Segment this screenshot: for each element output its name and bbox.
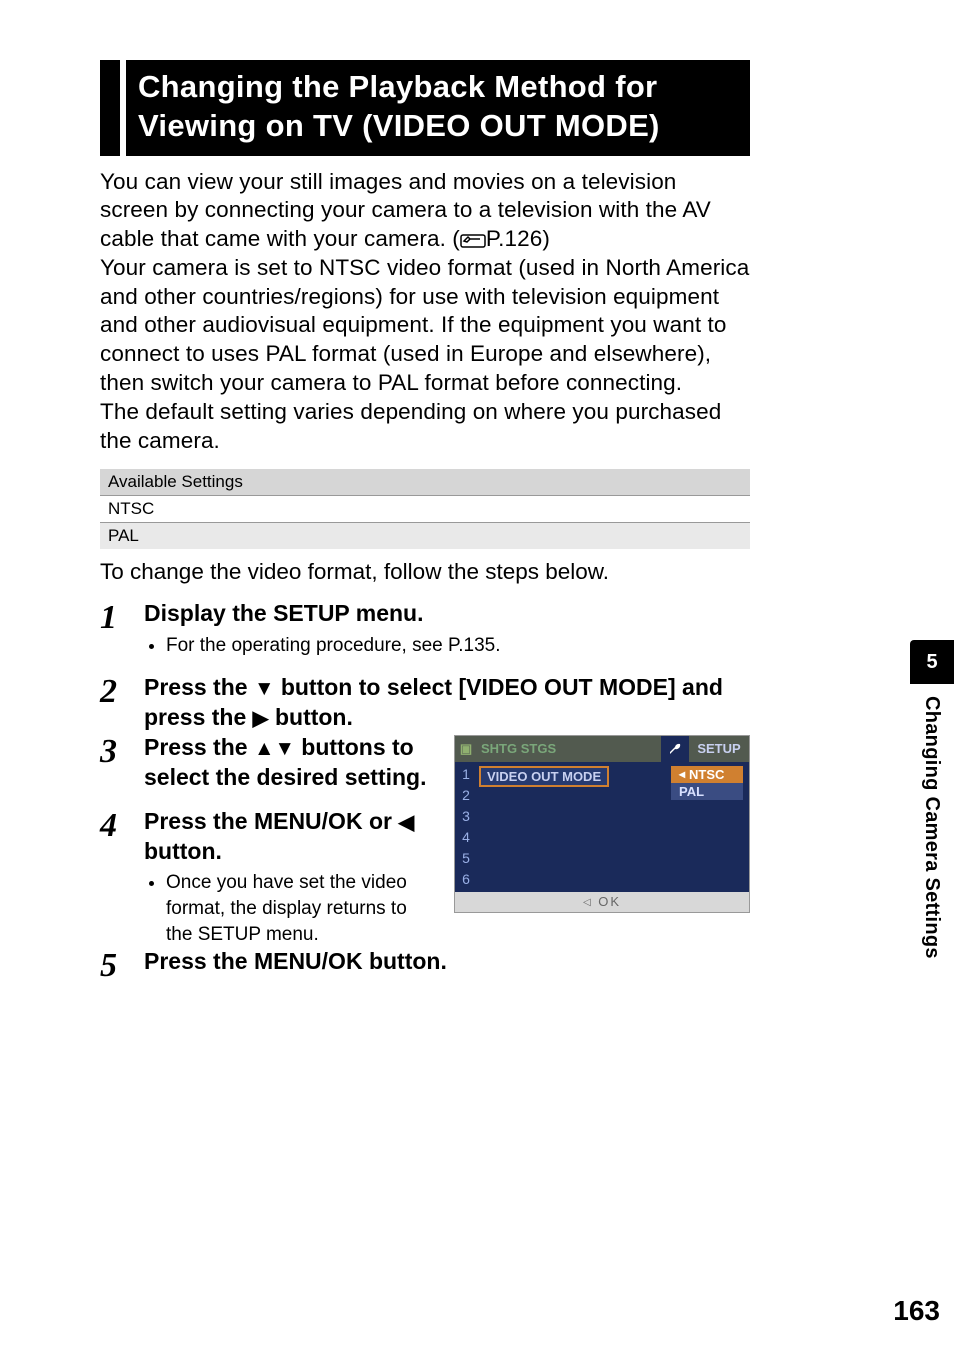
step-number: 5: [100, 947, 144, 983]
left-arrow-icon: [398, 810, 414, 837]
step-5: 5 Press the MENU/OK button.: [100, 947, 750, 983]
intro-text-3: The default setting varies depending on …: [100, 399, 721, 453]
right-arrow-icon: [253, 706, 269, 733]
step-3: 3 Press the buttons to select the desire…: [100, 733, 436, 793]
intro-text-1a: You can view your still images and movie…: [100, 169, 711, 252]
wrench-icon: [661, 736, 689, 762]
section-title: Changing the Playback Method for Viewing…: [126, 60, 750, 156]
step-title-frag: Press the: [144, 734, 254, 760]
step-1: 1 Display the SETUP menu. For the operat…: [100, 599, 750, 659]
screenshot-num: 4: [462, 827, 470, 848]
screenshot-row-numbers: 1 2 3 4 5 6: [455, 762, 477, 892]
table-row: PAL: [100, 523, 750, 550]
chapter-label: Changing Camera Settings: [910, 684, 953, 1024]
available-settings-table: Available Settings NTSC PAL: [100, 469, 750, 549]
screenshot-option-selected: NTSC: [671, 766, 743, 783]
intro-paragraphs: You can view your still images and movie…: [100, 168, 750, 456]
camera-menu-screenshot: ▣ SHTG STGS SETUP 1 2 3 4 5 6: [454, 735, 750, 913]
step-title: Press the button to select [VIDEO OUT MO…: [144, 673, 750, 733]
screenshot-num: 5: [462, 848, 470, 869]
step-title: Press the buttons to select the desired …: [144, 733, 436, 793]
up-arrow-icon: [254, 736, 274, 763]
step-number: 1: [100, 599, 144, 659]
screenshot-num: 1: [462, 764, 470, 785]
page-number: 163: [893, 1295, 940, 1327]
step-subtext: Once you have set the video format, the …: [166, 870, 436, 947]
screenshot-tab-setup: SETUP: [689, 741, 749, 756]
step-title-frag: Press the: [144, 674, 254, 700]
table-row: NTSC: [100, 496, 750, 523]
down-arrow-icon: [254, 676, 274, 703]
step-title: Press the MENU/OK or button.: [144, 807, 436, 867]
step-4: 4 Press the MENU/OK or button. Once you …: [100, 807, 436, 948]
screenshot-num: 6: [462, 869, 470, 890]
title-marker: [100, 60, 120, 156]
screenshot-selected-item: VIDEO OUT MODE: [479, 766, 609, 787]
intro-ref: P.126: [486, 226, 542, 251]
step-subtext: For the operating procedure, see P.135.: [166, 633, 750, 659]
step-number: 4: [100, 807, 144, 948]
screenshot-option-label: NTSC: [689, 767, 724, 782]
step-title-frag: button.: [144, 838, 222, 864]
intro-text-2: Your camera is set to NTSC video format …: [100, 255, 749, 395]
screenshot-footer: ◁ OK: [455, 892, 749, 912]
lead-text: To change the video format, follow the s…: [100, 559, 750, 585]
steps-list: 1 Display the SETUP menu. For the operat…: [100, 599, 750, 983]
step-2: 2 Press the button to select [VIDEO OUT …: [100, 673, 750, 733]
screenshot-num: 3: [462, 806, 470, 827]
chapter-number: 5: [910, 640, 954, 684]
screenshot-options: NTSC PAL: [671, 766, 743, 800]
side-tab: 5 Changing Camera Settings: [910, 640, 954, 1024]
reference-hand-icon: [460, 230, 486, 248]
step-title-frag: Press the MENU/OK or: [144, 808, 398, 834]
step-number: 3: [100, 733, 144, 793]
step-number: 2: [100, 673, 144, 733]
intro-text-1b: ): [542, 226, 550, 251]
screenshot-num: 2: [462, 785, 470, 806]
screenshot-option: PAL: [671, 783, 743, 800]
screenshot-tab-shtg: SHTG STGS: [477, 741, 661, 756]
camera-icon: ▣: [455, 741, 477, 757]
table-header: Available Settings: [100, 469, 750, 496]
step-title: Press the MENU/OK button.: [144, 947, 750, 977]
step-title: Display the SETUP menu.: [144, 599, 750, 629]
section-title-block: Changing the Playback Method for Viewing…: [100, 60, 750, 156]
screenshot-footer-text: OK: [598, 894, 621, 909]
left-triangle-icon: ◁: [583, 897, 593, 908]
down-arrow-icon: [274, 736, 294, 763]
step-title-frag: button.: [269, 704, 353, 730]
